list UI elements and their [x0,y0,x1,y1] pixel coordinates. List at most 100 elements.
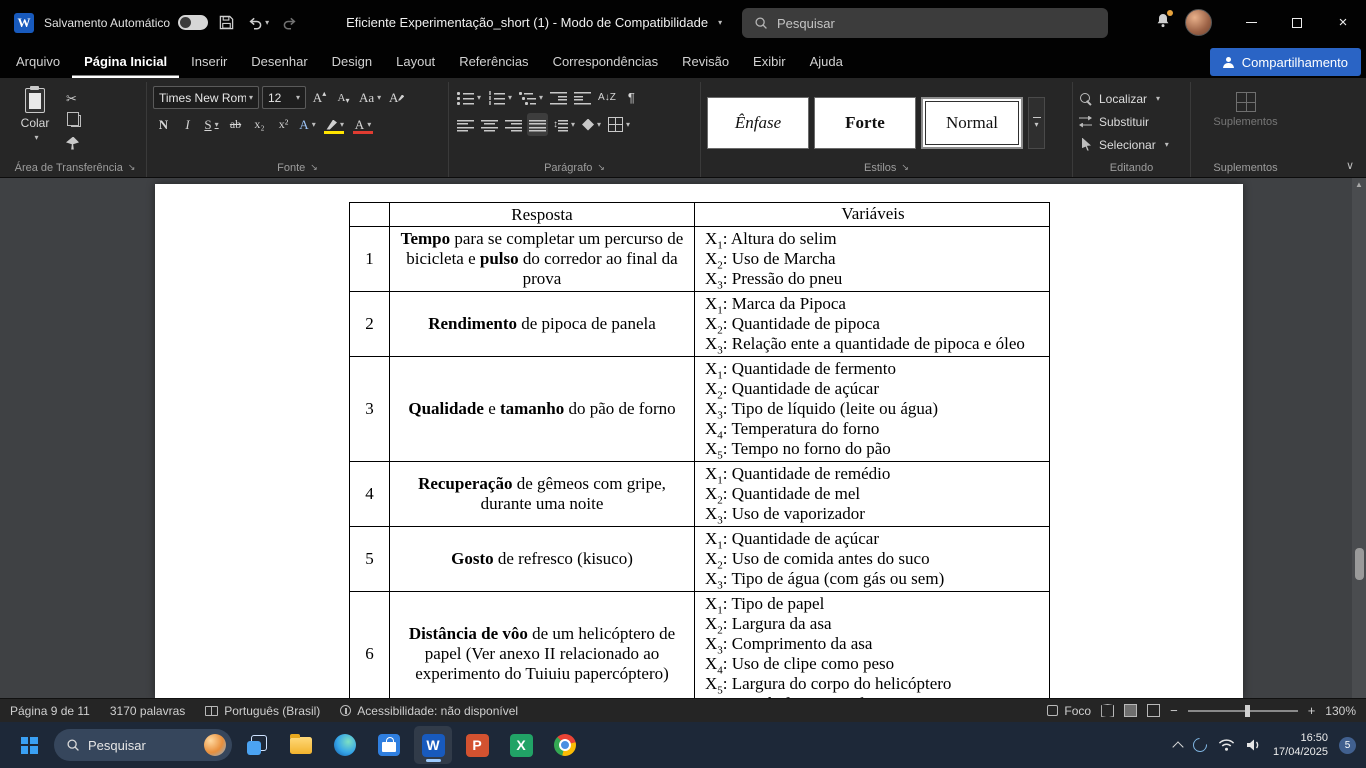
row-number-cell[interactable]: 6 [349,591,390,698]
document-page[interactable]: Resposta Variáveis 1 Tempo para se comple… [155,184,1243,698]
styles-dialog-launcher[interactable]: ↘ [901,162,909,173]
shading-button[interactable]: ▾ [580,113,603,136]
resposta-cell[interactable]: Recuperação de gêmeos com gripe, durante… [389,461,695,527]
ribbon-tab-correspondencias[interactable]: Correspondências [541,45,671,78]
scrollbar-thumb[interactable] [1354,548,1364,580]
ribbon-tab-inserir[interactable]: Inserir [179,45,239,78]
ribbon-tab-pagina-inicial[interactable]: Página Inicial [72,45,179,78]
ribbon-tab-layout[interactable]: Layout [384,45,447,78]
variaveis-cell[interactable]: X1: Quantidade de açúcar X2: Uso de comid… [694,526,1050,592]
close-button[interactable]: × [1320,0,1366,45]
variaveis-cell[interactable]: X1: Quantidade de fermento X2: Quantidade… [694,356,1050,462]
zoom-in-button[interactable]: + [1308,703,1316,718]
scroll-up-arrow-icon[interactable]: ▲ [1352,180,1366,189]
style-forte[interactable]: Forte [814,97,916,149]
align-left-button[interactable] [455,113,476,136]
row-number-cell[interactable]: 3 [349,356,390,462]
zoom-slider-thumb[interactable] [1244,704,1250,717]
font-family-combo[interactable]: Times New Roman▾ [153,86,259,109]
paste-button[interactable]: Colar ▾ [10,84,60,158]
show-marks-button[interactable]: ¶ [621,86,642,109]
format-painter-button[interactable] [66,135,90,151]
clipboard-dialog-launcher[interactable]: ↘ [128,162,136,173]
undo-button[interactable]: ▾ [244,9,272,37]
font-size-combo[interactable]: 12 ▾ [262,86,306,109]
italic-button[interactable]: I [177,113,198,136]
zoom-level[interactable]: 130% [1325,704,1356,718]
notification-badge[interactable]: 5 [1339,736,1356,754]
zoom-slider[interactable] [1187,704,1298,717]
focus-button[interactable]: Foco [1047,704,1091,718]
excel-taskbar-button[interactable]: X [502,726,540,764]
align-center-button[interactable] [479,113,500,136]
row-number-cell[interactable]: 2 [349,291,390,357]
resposta-cell[interactable]: Distância de vôo de um helicóptero de pa… [389,591,695,698]
word-taskbar-button[interactable]: W [414,726,452,764]
row-number-cell[interactable]: 4 [349,461,390,527]
align-right-button[interactable] [503,113,524,136]
ribbon-tab-exibir[interactable]: Exibir [741,45,798,78]
row-number-cell[interactable]: 1 [349,226,390,292]
strikethrough-button[interactable]: ab [225,113,246,136]
grow-font-button[interactable]: A ▴ [309,86,330,109]
autosave-control[interactable]: Salvamento Automático [44,15,209,30]
header-variaveis[interactable]: Variáveis [694,202,1050,227]
autosave-toggle[interactable] [178,15,209,30]
clear-formatting-button[interactable]: A [386,86,407,109]
edge-button[interactable] [326,726,364,764]
file-explorer-button[interactable] [282,726,320,764]
save-button[interactable] [212,9,240,37]
ribbon-tab-arquivo[interactable]: Arquivo [4,45,72,78]
header-resposta[interactable]: Resposta [389,202,695,227]
volume-icon[interactable] [1246,738,1262,752]
resposta-cell[interactable]: Qualidade e tamanho do pão de forno [389,356,695,462]
header-empty-cell[interactable] [349,202,390,227]
start-button[interactable] [10,726,48,764]
copy-button[interactable] [66,112,90,129]
minimize-button[interactable] [1228,0,1274,45]
word-count[interactable]: 3170 palavras [110,704,185,718]
alerts-icon[interactable] [1155,10,1173,33]
shrink-font-button[interactable]: A ▾ [333,86,354,109]
variaveis-cell[interactable]: X1: Quantidade de remédio X2: Quantidade … [694,461,1050,527]
variaveis-cell[interactable]: X1: Marca da Pipoca X2: Quantidade de pip… [694,291,1050,357]
find-button[interactable]: Localizar ▾ [1079,88,1184,109]
increase-indent-button[interactable] [572,86,593,109]
language-indicator[interactable]: Português (Brasil) [205,704,320,718]
resposta-cell[interactable]: Gosto de refresco (kisuco) [389,526,695,592]
font-dialog-launcher[interactable]: ↘ [310,162,318,173]
maximize-button[interactable] [1274,0,1320,45]
bold-button[interactable]: N [153,113,174,136]
line-spacing-button[interactable]: ↕ ▾ [551,113,577,136]
resposta-cell[interactable]: Tempo para se completar um percurso de b… [389,226,695,292]
titlebar-search[interactable]: Pesquisar [742,8,1108,38]
collapse-ribbon-button[interactable]: ∨ [1346,159,1354,172]
style-enfase[interactable]: Ênfase [707,97,809,149]
sync-icon[interactable] [1190,735,1210,755]
accessibility-indicator[interactable]: Acessibilidade: não disponível [340,704,518,718]
style-normal[interactable]: Normal [921,97,1023,149]
sort-button[interactable]: A↓Z [596,86,618,109]
replace-button[interactable]: Substituir [1079,111,1184,132]
undo-menu-chevron-icon[interactable]: ▾ [265,18,269,27]
ribbon-tab-ajuda[interactable]: Ajuda [798,45,855,78]
wifi-icon[interactable] [1218,738,1235,752]
bullets-button[interactable]: ▾ [455,86,483,109]
multilevel-list-button[interactable]: ▾ [517,86,545,109]
print-layout-view-button[interactable] [1124,704,1138,717]
resposta-cell[interactable]: Rendimento de pipoca de panela [389,291,695,357]
variaveis-cell[interactable]: X1: Altura do selim X2: Uso de Marcha X3: … [694,226,1050,292]
highlight-color-button[interactable]: ▾ [321,113,347,136]
page-indicator[interactable]: Página 9 de 11 [10,704,90,718]
hidden-icons-chevron-icon[interactable] [1172,740,1184,753]
row-number-cell[interactable]: 5 [349,526,390,592]
variaveis-cell[interactable]: X1: Tipo de papel X2: Largura da asa X3: C… [694,591,1050,698]
read-mode-view-button[interactable] [1101,704,1115,717]
select-button[interactable]: Selecionar ▾ [1079,134,1184,155]
justify-button[interactable] [527,113,548,136]
taskbar-search[interactable]: Pesquisar [54,729,232,761]
web-layout-view-button[interactable] [1147,704,1161,717]
zoom-out-button[interactable]: − [1170,703,1178,718]
text-effects-button[interactable]: A ▾ [297,113,318,136]
task-view-button[interactable] [238,726,276,764]
